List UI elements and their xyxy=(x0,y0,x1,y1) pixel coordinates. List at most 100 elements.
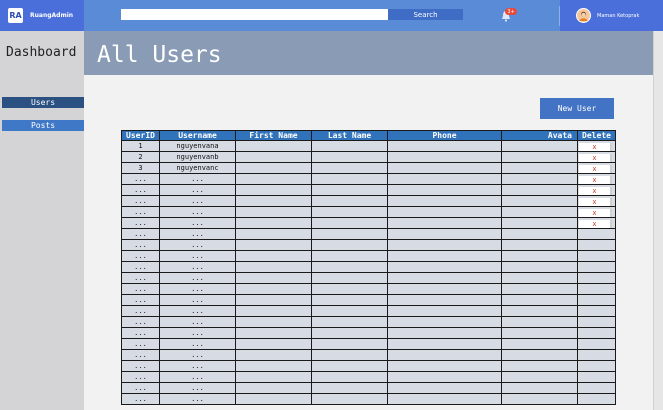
sidebar-item-users[interactable]: Users xyxy=(2,97,84,108)
delete-button[interactable]: x xyxy=(579,219,612,228)
cell-first-name xyxy=(235,349,312,361)
cell-phone xyxy=(387,327,502,339)
delete-button[interactable]: x xyxy=(579,164,612,173)
table-row: ...... xyxy=(121,283,616,295)
search-input[interactable] xyxy=(121,9,388,20)
table-row: ...... x xyxy=(121,206,616,218)
cell-username: ... xyxy=(159,327,236,339)
column-header-delete: Delete xyxy=(577,130,616,141)
page-header: All Users xyxy=(84,31,653,75)
column-header-userid: UserID xyxy=(121,130,160,141)
cell-userid: ... xyxy=(121,294,160,306)
cell-avatar xyxy=(501,140,578,152)
cell-username: ... xyxy=(159,382,236,394)
sidebar-title[interactable]: Dashboard xyxy=(6,45,76,60)
cell-first-name xyxy=(235,305,312,317)
cell-avatar xyxy=(501,393,578,405)
cell-userid: 3 xyxy=(121,162,160,174)
delete-button[interactable]: x xyxy=(579,142,612,151)
cell-last-name xyxy=(311,316,388,328)
cell-delete xyxy=(577,294,616,306)
cell-avatar xyxy=(501,217,578,229)
cell-last-name xyxy=(311,195,388,207)
column-header-last-name: Last Name xyxy=(311,130,388,141)
page-title: All Users xyxy=(97,42,222,68)
cell-avatar xyxy=(501,349,578,361)
cell-delete xyxy=(577,382,616,394)
table-row: 2 nguyenvanb x xyxy=(121,151,616,163)
cell-first-name xyxy=(235,217,312,229)
column-header-first-name: First Name xyxy=(235,130,312,141)
cell-phone xyxy=(387,305,502,317)
cell-first-name xyxy=(235,393,312,405)
cell-username: ... xyxy=(159,349,236,361)
delete-button[interactable]: x xyxy=(579,186,612,195)
cell-userid: ... xyxy=(121,250,160,262)
search-button[interactable]: Search xyxy=(388,9,463,20)
cell-last-name xyxy=(311,217,388,229)
cell-phone xyxy=(387,261,502,273)
cell-userid: ... xyxy=(121,228,160,240)
cell-phone xyxy=(387,272,502,284)
cell-delete: x xyxy=(577,217,616,229)
cell-username: nguyenvanb xyxy=(159,151,236,163)
scrollbar[interactable] xyxy=(653,31,663,410)
cell-phone xyxy=(387,294,502,306)
delete-button[interactable]: x xyxy=(579,208,612,217)
cell-avatar xyxy=(501,239,578,251)
cell-delete xyxy=(577,228,616,240)
cell-last-name xyxy=(311,283,388,295)
cell-username: ... xyxy=(159,195,236,207)
cell-userid: ... xyxy=(121,305,160,317)
cell-delete xyxy=(577,305,616,317)
table-row: ...... xyxy=(121,338,616,350)
cell-avatar xyxy=(501,327,578,339)
cell-userid: ... xyxy=(121,393,160,405)
cell-delete xyxy=(577,349,616,361)
cell-first-name xyxy=(235,228,312,240)
table-row: ...... xyxy=(121,294,616,306)
delete-button[interactable]: x xyxy=(579,153,612,162)
table-body: 1 nguyenvana x 2 nguyenvanb x 3 nguyenvanc x....… xyxy=(121,140,616,405)
cell-phone xyxy=(387,349,502,361)
brand[interactable]: RA RuangAdmin xyxy=(0,0,84,31)
sidebar-item-posts[interactable]: Posts xyxy=(2,120,84,131)
cell-phone xyxy=(387,228,502,240)
new-user-button[interactable]: New User xyxy=(540,98,614,119)
cell-last-name xyxy=(311,228,388,240)
delete-button[interactable]: x xyxy=(579,197,612,206)
cell-last-name xyxy=(311,393,388,405)
cell-delete xyxy=(577,371,616,383)
notification-badge: 3+ xyxy=(505,8,517,15)
cell-first-name xyxy=(235,184,312,196)
cell-last-name xyxy=(311,140,388,152)
cell-phone xyxy=(387,184,502,196)
cell-last-name xyxy=(311,173,388,185)
cell-avatar xyxy=(501,151,578,163)
table-row: ...... x xyxy=(121,173,616,185)
cell-first-name xyxy=(235,371,312,383)
cell-username: ... xyxy=(159,294,236,306)
user-menu[interactable]: Maman Ketoprak xyxy=(560,0,663,31)
cell-avatar xyxy=(501,371,578,383)
cell-username: ... xyxy=(159,239,236,251)
cell-last-name xyxy=(311,239,388,251)
cell-first-name xyxy=(235,316,312,328)
table-row: ...... xyxy=(121,261,616,273)
cell-userid: ... xyxy=(121,349,160,361)
cell-userid: ... xyxy=(121,338,160,350)
cell-userid: ... xyxy=(121,283,160,295)
delete-button[interactable]: x xyxy=(579,175,612,184)
cell-avatar xyxy=(501,338,578,350)
column-header-avatar: Avata xyxy=(501,130,578,141)
cell-last-name xyxy=(311,338,388,350)
cell-phone xyxy=(387,360,502,372)
cell-userid: ... xyxy=(121,371,160,383)
cell-username: ... xyxy=(159,272,236,284)
cell-userid: ... xyxy=(121,173,160,185)
table-row: ...... x xyxy=(121,195,616,207)
cell-username: ... xyxy=(159,371,236,383)
cell-last-name xyxy=(311,349,388,361)
brand-logo: RA xyxy=(8,8,23,23)
cell-avatar xyxy=(501,206,578,218)
